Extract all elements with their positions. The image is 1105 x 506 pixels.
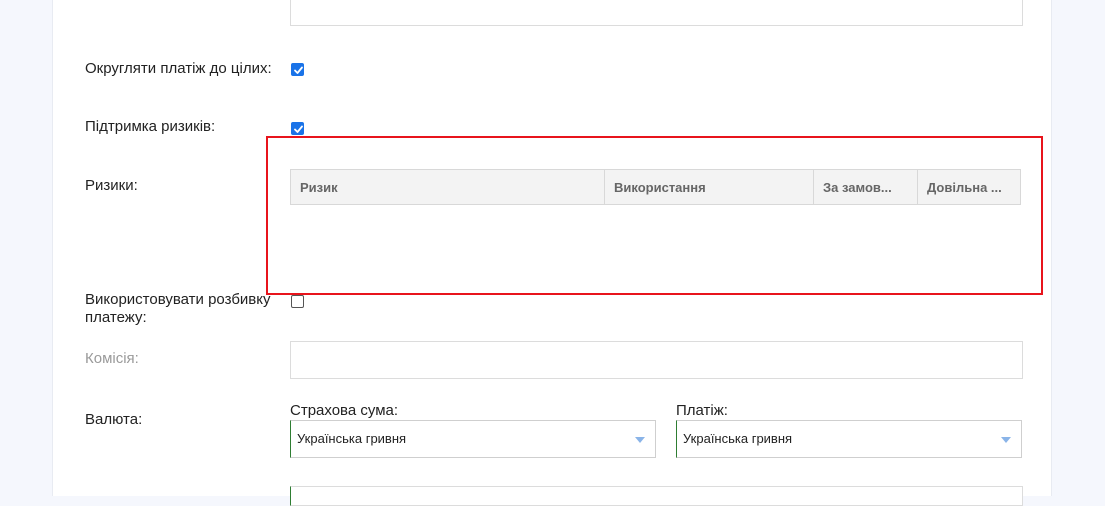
payment-split-checkbox[interactable]	[291, 295, 304, 308]
payment-currency-select[interactable]: Українська гривня	[676, 420, 1022, 458]
bottom-field[interactable]	[290, 486, 1023, 506]
checkmark-icon	[294, 125, 303, 133]
round-payment-label: Округляти платіж до цілих:	[85, 60, 272, 77]
highlight-box	[266, 136, 1043, 295]
commission-label: Комісія:	[85, 350, 139, 367]
insured-sum-currency-select[interactable]: Українська гривня	[290, 420, 656, 458]
insured-sum-currency-value: Українська гривня	[297, 431, 407, 446]
payment-label: Платіж:	[676, 402, 728, 419]
risk-support-label: Підтримка ризиків:	[85, 118, 216, 135]
risks-label: Ризики:	[85, 177, 138, 194]
currency-label: Валюта:	[85, 411, 143, 428]
chevron-down-icon	[635, 437, 645, 443]
round-payment-checkbox[interactable]	[291, 63, 304, 76]
checkmark-icon	[294, 66, 303, 74]
top-text-field[interactable]	[290, 0, 1023, 26]
risk-support-checkbox[interactable]	[291, 122, 304, 135]
insured-sum-label: Страхова сума:	[290, 402, 399, 419]
payment-currency-value: Українська гривня	[683, 431, 793, 446]
chevron-down-icon	[1001, 437, 1011, 443]
commission-input[interactable]	[290, 341, 1023, 379]
payment-split-label: Використовувати розбивку платежу:	[85, 291, 271, 326]
